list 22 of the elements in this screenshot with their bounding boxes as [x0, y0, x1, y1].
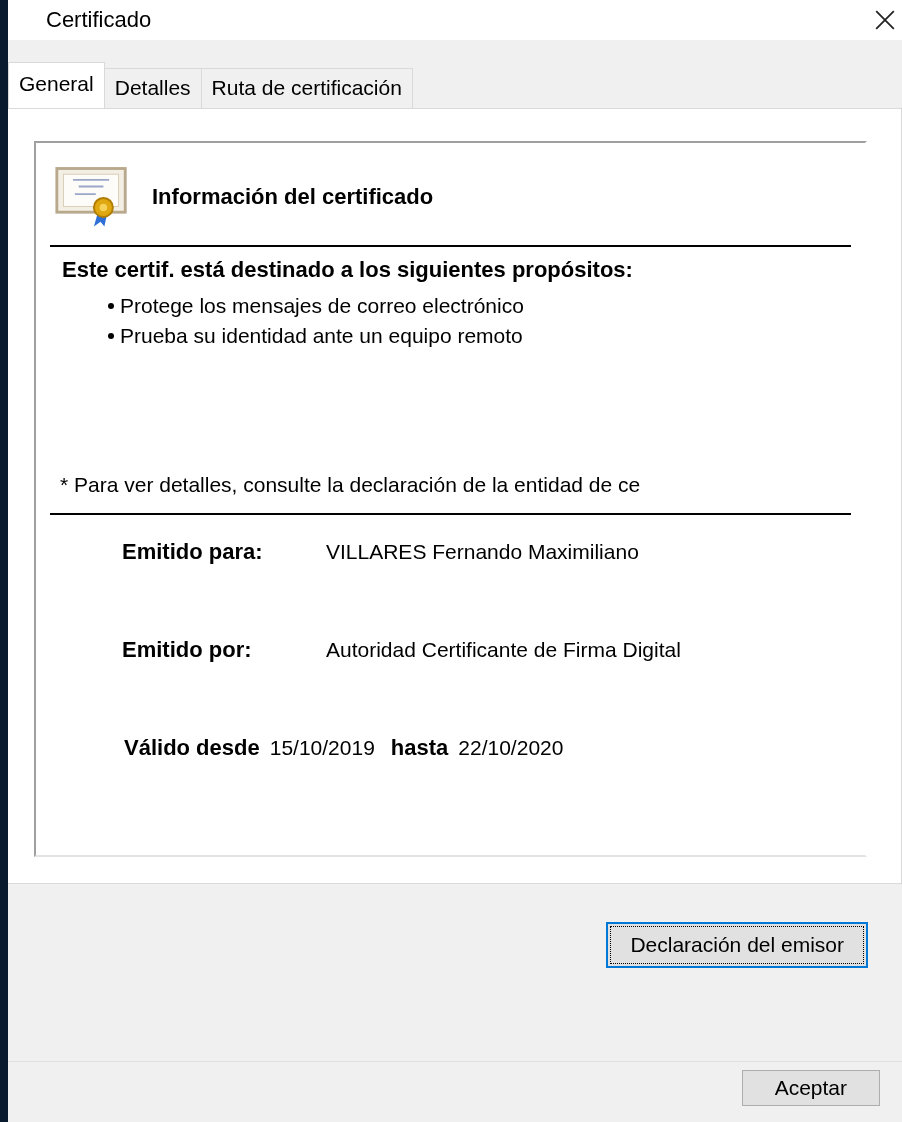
purpose-text: Protege los mensajes de correo electrónico: [120, 293, 524, 319]
tab[interactable]: General: [8, 62, 105, 108]
purpose-text: Prueba su identidad ante un equipo remoto: [120, 323, 523, 349]
purposes-heading: Este certif. está destinado a los siguientes propósitos:: [61, 257, 634, 283]
note-text: * Para ver detalles, consulte la declaración de la entidad de ce: [59, 473, 642, 497]
field-label: Emitido por:: [122, 637, 253, 663]
bullet-icon: [108, 303, 114, 309]
field-value: 15/10/2019: [269, 736, 375, 760]
tab[interactable]: Ruta de certificación: [200, 68, 413, 108]
close-icon[interactable]: [874, 9, 896, 31]
section-heading: Información del certificado: [152, 184, 434, 210]
field-value: Autoridad Certificante de Firma Digital: [326, 638, 681, 662]
bullet-icon: [108, 333, 114, 339]
field-label: hasta: [390, 735, 449, 761]
issuer-statement-button[interactable]: Declaración del emisor: [606, 922, 868, 968]
ok-button[interactable]: Aceptar: [741, 1070, 880, 1106]
certificate-icon: [54, 165, 130, 229]
field-label: Emitido para:: [122, 539, 264, 565]
window-title: Certificado: [46, 7, 152, 33]
field-value: VILLARES Fernando Maximiliano: [326, 540, 639, 564]
field-value: 22/10/2020: [458, 736, 564, 760]
field-label: Válido desde: [124, 735, 260, 761]
